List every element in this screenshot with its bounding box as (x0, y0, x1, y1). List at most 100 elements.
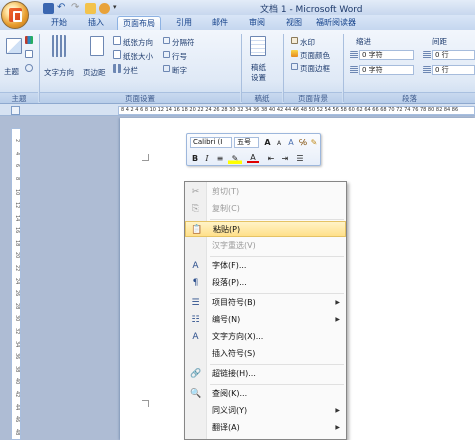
page-borders-icon[interactable] (291, 63, 298, 70)
theme-button-label[interactable]: 主题 (4, 66, 19, 77)
hyphenation-label[interactable]: 断字 (172, 65, 187, 76)
bullets-icon[interactable]: ☰ (293, 153, 307, 164)
center-align-icon[interactable]: ≡ (215, 153, 225, 164)
font-name-box[interactable]: Calibri (I (190, 137, 232, 148)
spacing-before-icon (423, 51, 431, 59)
increase-indent-icon[interactable]: ⇥ (279, 153, 291, 164)
theme-effects-icon[interactable] (25, 64, 33, 72)
menu-item-lookup[interactable]: 🔍 查阅(K)... (185, 386, 346, 402)
qat-dropdown-icon[interactable]: ▾ (113, 3, 124, 14)
phonetic-guide-icon[interactable]: ℅ (298, 137, 308, 148)
menu-item-label: 复制(C) (212, 204, 240, 213)
vruler-tick: 42 (14, 391, 20, 398)
tab-mailings[interactable]: 邮件 (212, 17, 228, 28)
menu-item-label: 剪切(T) (212, 187, 240, 196)
bold-button[interactable]: B (190, 153, 200, 164)
text-direction-icon[interactable] (52, 35, 66, 57)
tab-home[interactable]: 开始 (51, 17, 67, 28)
theme-fonts-icon[interactable] (25, 50, 33, 58)
styles-icon[interactable]: A (286, 137, 296, 148)
indent-right-input[interactable]: 0 字符 (359, 65, 414, 75)
quick-access-toolbar: ↶ ↷ ▾ (32, 2, 124, 14)
menu-separator (210, 364, 344, 365)
columns-label[interactable]: 分栏 (123, 65, 138, 76)
hyphenation-icon[interactable] (163, 65, 170, 72)
spacing-before-input[interactable]: 0 行 (432, 50, 475, 60)
vruler-tick: 14 (14, 214, 20, 221)
format-painter-icon[interactable] (85, 2, 96, 14)
vruler-tick: 38 (14, 365, 20, 373)
tab-insert[interactable]: 插入 (88, 17, 104, 28)
watermark-label[interactable]: 水印 (300, 37, 315, 48)
cut-icon: ✂ (191, 187, 200, 197)
margins-label[interactable]: 页边距 (83, 67, 106, 78)
orientation-label[interactable]: 纸张方向 (123, 37, 153, 48)
theme-colors-icon[interactable] (25, 36, 33, 44)
size-icon[interactable] (113, 50, 121, 59)
vertical-ruler[interactable]: 2 4 6 8 10 12 14 16 18 20 22 24 26 28 30 32 34 36 38 40 42 44… (11, 128, 21, 440)
redo-icon[interactable]: ↷ (71, 2, 82, 14)
menu-item-reconvert[interactable]: 汉字重选(V) (185, 238, 346, 254)
vruler-tick: 24 (14, 277, 20, 284)
menu-item-synonyms[interactable]: 同义词(Y) ▶ (185, 403, 346, 419)
page-borders-label[interactable]: 页面边框 (300, 63, 330, 74)
ribbon: 主题 主题 文字方向 页边距 纸张方向 纸张大小 分栏 分隔符 行号 断字 页面… (0, 30, 475, 104)
tab-view[interactable]: 视图 (286, 17, 302, 28)
watermark-icon[interactable] (291, 37, 298, 44)
tab-references[interactable]: 引用 (176, 17, 192, 28)
decrease-indent-icon[interactable]: ⇤ (265, 153, 277, 164)
tab-review[interactable]: 审阅 (249, 17, 265, 28)
menu-item-text-direction[interactable]: A 文字方向(X)... (185, 329, 346, 345)
shrink-font-button[interactable]: A (275, 138, 283, 149)
manuscript-label[interactable]: 稿纸 设置 (251, 63, 266, 83)
theme-icon[interactable] (6, 38, 22, 54)
crop-mark-top-left (142, 154, 149, 161)
font-size-box[interactable]: 五号 (234, 137, 259, 148)
menu-item-copy[interactable]: ⎘ 复制(C) (185, 201, 346, 217)
context-menu: ✂ 剪切(T) ⎘ 复制(C) 📋 粘贴(P) 汉字重选(V) A 字体(F)... ¶ 段落(P)… (184, 181, 347, 440)
vruler-tick: 32 (14, 328, 20, 335)
italic-button[interactable]: I (202, 153, 212, 164)
qat-custom-icon[interactable] (99, 2, 110, 14)
indent-left-input[interactable]: 0 字符 (359, 50, 414, 60)
breaks-label[interactable]: 分隔符 (172, 37, 195, 48)
menu-item-cut[interactable]: ✂ 剪切(T) (185, 184, 346, 200)
highlight-icon[interactable]: ✎ (228, 153, 242, 164)
undo-icon[interactable]: ↶ (57, 2, 68, 14)
vruler-tick: 16 (14, 227, 20, 234)
grow-font-button[interactable]: A (263, 137, 272, 148)
page-color-icon[interactable] (291, 50, 298, 57)
spacing-after-input[interactable]: 0 行 (432, 65, 475, 75)
orientation-icon[interactable] (113, 36, 121, 45)
columns-icon[interactable] (113, 64, 121, 73)
line-numbers-icon[interactable] (163, 51, 170, 58)
indent-right-icon (350, 66, 358, 74)
save-icon[interactable] (43, 2, 54, 14)
menu-item-paste[interactable]: 📋 粘贴(P) (185, 221, 346, 237)
vruler-tick: 20 (14, 252, 20, 259)
submenu-arrow-icon: ▶ (335, 424, 340, 431)
tab-foxit-reader[interactable]: 福昕阅读器 (316, 17, 356, 28)
mini-toolbar: Calibri (I 五号 A A A ℅ ✎ B I ≡ ✎ A ⇤ ⇥ ☰ (186, 133, 321, 166)
format-painter-icon[interactable]: ✎ (309, 137, 319, 148)
menu-item-numbering[interactable]: ☷ 编号(N) ▶ (185, 312, 346, 328)
numbering-icon: ☷ (191, 315, 200, 325)
page-color-label[interactable]: 页面颜色 (300, 50, 330, 61)
menu-item-font[interactable]: A 字体(F)... (185, 258, 346, 274)
horizontal-ruler[interactable]: 8 4 2 4 6 8 10 12 14 16 18 20 22 24 26 2… (118, 106, 475, 115)
office-button[interactable] (1, 1, 29, 29)
menu-item-paragraph[interactable]: ¶ 段落(P)... (185, 275, 346, 291)
tab-page-layout[interactable]: 页面布局 (117, 16, 161, 30)
menu-item-bullets[interactable]: ☰ 项目符号(B) ▶ (185, 295, 346, 311)
font-color-icon[interactable]: A (247, 153, 259, 163)
text-direction-label[interactable]: 文字方向 (44, 67, 74, 78)
manuscript-icon[interactable] (250, 36, 266, 56)
menu-item-hyperlink[interactable]: 🔗 超链接(H)... (185, 366, 346, 382)
size-label[interactable]: 纸张大小 (123, 51, 153, 62)
menu-item-insert-symbol[interactable]: 插入符号(S) (185, 346, 346, 362)
margins-icon[interactable] (90, 36, 104, 56)
line-numbers-label[interactable]: 行号 (172, 51, 187, 62)
tab-selector[interactable] (11, 106, 20, 115)
breaks-icon[interactable] (163, 37, 170, 44)
menu-item-translate[interactable]: 翻译(A) ▶ (185, 420, 346, 436)
